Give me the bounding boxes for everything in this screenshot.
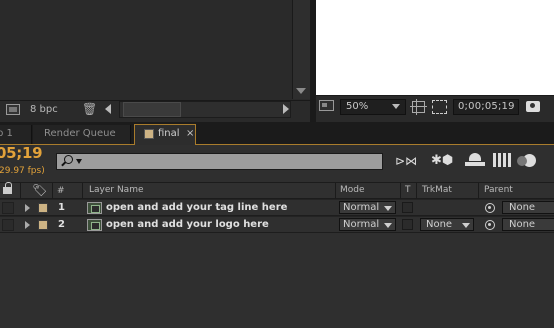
bit-depth-button[interactable]: 8 bpc (30, 104, 58, 115)
tab-comp-1-label: p 1 (0, 128, 13, 139)
chevron-down-icon[interactable] (384, 223, 392, 228)
trash-icon[interactable]: 🗑 (82, 103, 97, 116)
hide-shy-layers-icon[interactable] (465, 153, 485, 169)
composition-canvas[interactable] (316, 0, 554, 95)
header-parent: Parent (484, 185, 513, 195)
label-color-swatch[interactable] (38, 203, 48, 213)
label-tag-icon: 🏷 (32, 183, 48, 197)
tab-final-label: final (158, 128, 180, 139)
zoom-value: 50% (346, 101, 369, 112)
parent-value: None (509, 219, 536, 230)
chevron-down-icon[interactable] (462, 223, 470, 228)
scroll-left-arrow-icon[interactable] (105, 104, 111, 114)
always-preview-icon[interactable] (319, 100, 334, 111)
composition-mini-flowchart-icon[interactable]: ⊳⋈ (395, 154, 419, 168)
scroll-down-arrow-icon[interactable] (296, 88, 306, 94)
trkmat-value: None (426, 219, 453, 230)
tab-render-queue-label: Render Queue (44, 128, 116, 139)
timeline-column-header (0, 182, 554, 199)
close-icon[interactable]: × (186, 128, 194, 139)
header-mode: Mode (340, 185, 365, 195)
header-t: T (405, 185, 411, 195)
chevron-down-icon[interactable] (76, 159, 82, 164)
column-divider[interactable] (400, 183, 401, 199)
layer-search-input[interactable] (56, 153, 383, 170)
chevron-down-icon[interactable] (384, 206, 392, 211)
scrollbar-thumb[interactable] (123, 102, 181, 117)
project-vertical-scrollbar[interactable] (292, 0, 310, 99)
composition-label-color-icon (144, 129, 154, 139)
viewer-timecode: 0;00;05;19 (458, 101, 515, 112)
title-action-safe-icon[interactable] (410, 99, 427, 115)
motion-blur-icon[interactable] (517, 153, 537, 169)
layer-number: 2 (58, 219, 65, 230)
column-divider[interactable] (478, 183, 479, 199)
preserve-transparency-toggle[interactable] (402, 202, 413, 213)
video-switch[interactable] (2, 219, 14, 231)
mode-value: Normal (343, 202, 380, 213)
column-divider[interactable] (416, 183, 417, 199)
current-time-display[interactable]: 05;19 (0, 144, 43, 162)
interpret-footage-icon[interactable] (6, 104, 20, 115)
region-of-interest-icon[interactable] (432, 100, 447, 114)
parent-pickwhip-icon[interactable] (485, 203, 495, 213)
composition-layer-icon (87, 202, 102, 214)
parent-pickwhip-icon[interactable] (485, 220, 495, 230)
frame-blending-icon[interactable] (492, 153, 512, 169)
layer-name[interactable]: open and add your logo here (106, 219, 269, 230)
header-trkmat: TrkMat (422, 185, 452, 195)
composition-layer-icon (87, 219, 102, 231)
preserve-transparency-toggle[interactable] (402, 219, 413, 230)
twirl-right-icon[interactable] (25, 204, 30, 212)
search-icon (61, 155, 73, 166)
frame-rate-label: 29.97 fps) (0, 166, 45, 176)
column-divider[interactable] (52, 183, 53, 199)
video-switch[interactable] (2, 202, 14, 214)
snapshot-camera-icon[interactable] (526, 101, 540, 112)
lock-icon (3, 182, 12, 194)
layer-number: 1 (58, 202, 65, 213)
column-divider[interactable] (335, 183, 336, 199)
header-number: # (57, 186, 65, 196)
column-divider[interactable] (82, 183, 83, 199)
label-color-swatch[interactable] (38, 220, 48, 230)
parent-value: None (509, 202, 536, 213)
column-divider[interactable] (20, 183, 21, 199)
mode-value: Normal (343, 219, 380, 230)
layer-name[interactable]: open and add your tag line here (106, 202, 287, 213)
chevron-down-icon[interactable] (392, 104, 400, 109)
timeline-empty-area[interactable] (0, 233, 554, 328)
draft-3d-icon[interactable]: ✱⬢ (431, 152, 453, 170)
header-layer-name[interactable]: Layer Name (89, 185, 144, 195)
scroll-right-arrow-icon[interactable] (283, 104, 289, 114)
twirl-right-icon[interactable] (25, 221, 30, 229)
